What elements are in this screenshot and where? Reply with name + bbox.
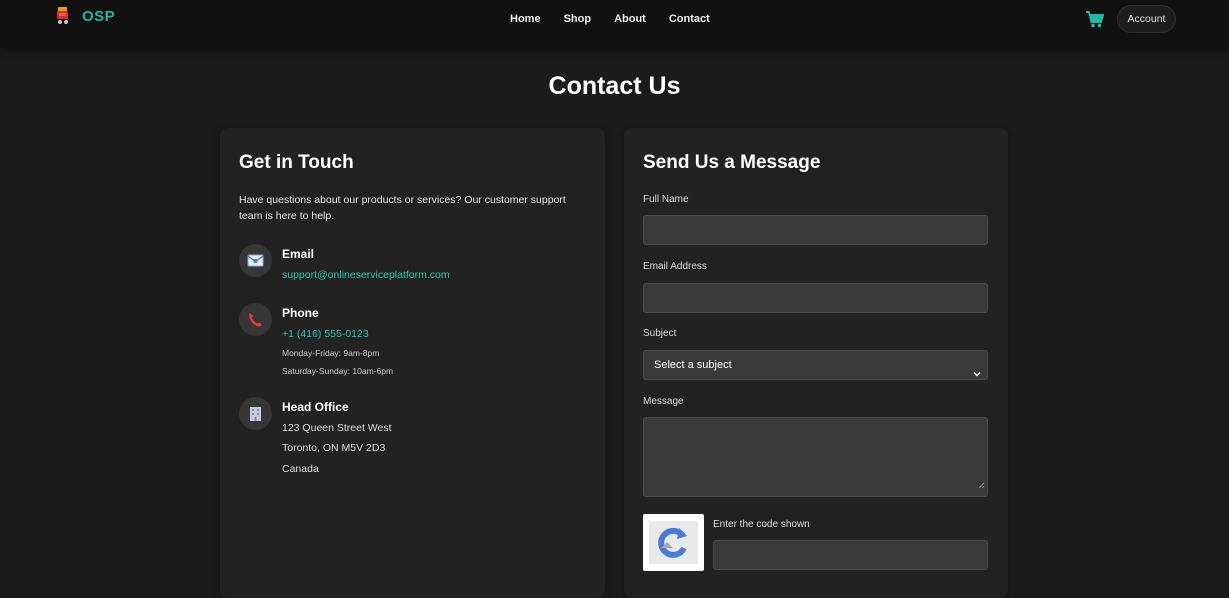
shopping-cart-logo-icon — [55, 6, 73, 26]
email-input[interactable] — [643, 283, 988, 313]
nav-contact[interactable]: Contact — [669, 13, 710, 25]
contact-info-heading: Get in Touch — [239, 152, 354, 173]
captcha-image — [643, 514, 704, 571]
subject-select[interactable]: Select a subject — [643, 350, 988, 380]
top-navbar: OSP Home Shop About Contact Account — [0, 0, 1229, 48]
recaptcha-icon — [649, 521, 698, 564]
nav-about[interactable]: About — [614, 13, 646, 25]
envelope-icon — [239, 244, 272, 277]
email-title: Email — [282, 247, 315, 261]
nav-home[interactable]: Home — [510, 13, 541, 25]
captcha-label: Enter the code shown — [713, 519, 810, 530]
building-icon — [239, 397, 272, 430]
full-name-input[interactable] — [643, 215, 988, 245]
account-button[interactable]: Account — [1117, 5, 1176, 33]
cart-icon[interactable] — [1086, 11, 1105, 28]
phone-icon — [239, 303, 272, 336]
contact-intro: Have questions about our products or ser… — [239, 194, 566, 222]
captcha-input[interactable] — [713, 540, 988, 570]
page-title: Contact Us — [548, 72, 681, 100]
office-address-line3: Canada — [282, 463, 319, 475]
office-title: Head Office — [282, 400, 349, 414]
subject-selected-value: Select a subject — [654, 359, 732, 371]
subject-label: Subject — [643, 328, 677, 339]
message-textarea[interactable] — [643, 417, 988, 497]
office-address-line1: 123 Queen Street West — [282, 422, 392, 434]
nav-shop[interactable]: Shop — [564, 13, 592, 25]
form-heading: Send Us a Message — [643, 152, 821, 173]
contact-info-card: Get in Touch Have questions about our pr… — [220, 128, 605, 598]
email-link[interactable]: support@onlineserviceplatform.com — [282, 269, 450, 281]
phone-hours-weekday: Monday-Friday: 9am-8pm — [282, 348, 380, 358]
resize-grip-icon[interactable] — [978, 476, 985, 494]
email-label: Email Address — [643, 261, 707, 272]
phone-link[interactable]: +1 (416) 555-0123 — [282, 328, 369, 340]
full-name-label: Full Name — [643, 194, 689, 205]
brand-name: OSP — [82, 7, 116, 25]
phone-title: Phone — [282, 306, 319, 320]
phone-hours-weekend: Saturday-Sunday: 10am-6pm — [282, 366, 394, 376]
contact-form-card: Send Us a Message Full Name Email Addres… — [624, 128, 1008, 598]
brand[interactable]: OSP — [55, 6, 115, 26]
message-label: Message — [643, 396, 684, 407]
main-nav: Home Shop About Contact — [510, 13, 733, 25]
office-address-line2: Toronto, ON M5V 2D3 — [282, 442, 386, 454]
chevron-down-icon — [973, 361, 981, 389]
